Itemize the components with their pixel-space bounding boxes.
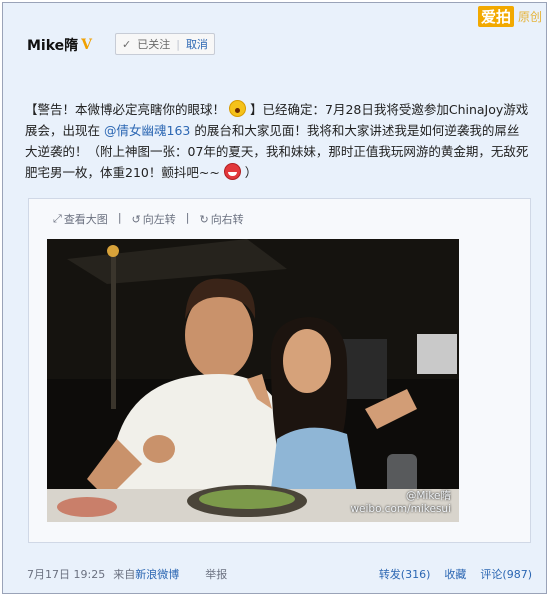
check-icon: ✓ (122, 37, 132, 51)
rotate-right-icon: ↻ (199, 212, 209, 226)
post-text-part: 【警告！本微博必定亮瞎你的眼球！ (25, 102, 226, 117)
rotate-right-label: 向右转 (210, 213, 244, 226)
photo-watermark: @Mike隋 weibo.com/mikesui (350, 490, 451, 516)
photo-watermark-handle: @Mike隋 (405, 490, 451, 502)
favorite-button[interactable]: 收藏 (444, 566, 466, 582)
post-timestamp[interactable]: 7月17日 19:25 (27, 566, 105, 582)
post-photo[interactable]: @Mike隋 weibo.com/mikesui (47, 239, 459, 522)
author-name[interactable]: Mike隋 (27, 35, 78, 55)
watermark-sub: 原创 (517, 10, 542, 24)
divider: | (117, 211, 122, 224)
laugh-emoji-icon (223, 163, 241, 180)
shocked-emoji-icon (229, 100, 246, 117)
follow-status: 已关注 (137, 38, 171, 51)
view-large-label: 查看大图 (63, 213, 108, 226)
post-text-part: 的展台和大家见面！我将和大家讲述我是如何逆袭我的屌丝大逆袭的！（附上神图一张：0… (25, 123, 529, 180)
watermark-brand: 爱拍 (477, 6, 514, 27)
rotate-left-button[interactable]: ↺ 向左转 (132, 211, 176, 227)
verified-badge-icon: V (81, 37, 93, 53)
follow-button[interactable]: ✓ 已关注 | 取消 (115, 33, 215, 55)
divider: | (185, 211, 190, 224)
photo-watermark-url: weibo.com/mikesui (350, 503, 451, 515)
source-link[interactable]: 新浪微博 (135, 568, 179, 581)
rotate-left-icon: ↺ (131, 212, 141, 226)
post-author[interactable]: Mike隋 V (27, 35, 92, 55)
photo-container: ⤢ 查看大图 | ↺ 向左转 | ↻ 向右转 @Mike隋 weibo.com/… (28, 198, 531, 543)
unfollow-link[interactable]: 取消 (186, 36, 208, 52)
source-label: 来自新浪微博 (113, 566, 179, 582)
photo-toolbar: ⤢ 查看大图 | ↺ 向左转 | ↻ 向右转 (53, 211, 244, 227)
post-text: 【警告！本微博必定亮瞎你的眼球！ 】已经确定：7月28日我将受邀参加ChinaJ… (25, 99, 530, 183)
mention-link[interactable]: @倩女幽魂163 (104, 123, 190, 138)
post-text-part: ） (244, 165, 258, 180)
zoom-icon: ⤢ (53, 212, 62, 225)
view-large-button[interactable]: ⤢ 查看大图 (53, 211, 108, 227)
aipai-watermark: 爱拍 原创 (477, 6, 542, 27)
source-prefix: 来自 (113, 568, 136, 581)
comment-button[interactable]: 评论(987) (480, 566, 532, 582)
rotate-right-button[interactable]: ↻ 向右转 (199, 211, 243, 227)
report-link[interactable]: 举报 (205, 566, 227, 582)
rotate-left-label: 向左转 (142, 213, 176, 226)
weibo-post-card: 爱拍 原创 Mike隋 V ✓ 已关注 | 取消 【警告！本微博必定亮瞎你的眼球… (2, 2, 547, 594)
post-meta: 7月17日 19:25 来自新浪微博 举报 (27, 566, 227, 582)
photo-illustration (47, 239, 459, 522)
post-actions: 转发(316) 收藏 评论(987) (379, 566, 532, 582)
repost-button[interactable]: 转发(316) (379, 566, 431, 582)
divider: | (176, 37, 180, 51)
